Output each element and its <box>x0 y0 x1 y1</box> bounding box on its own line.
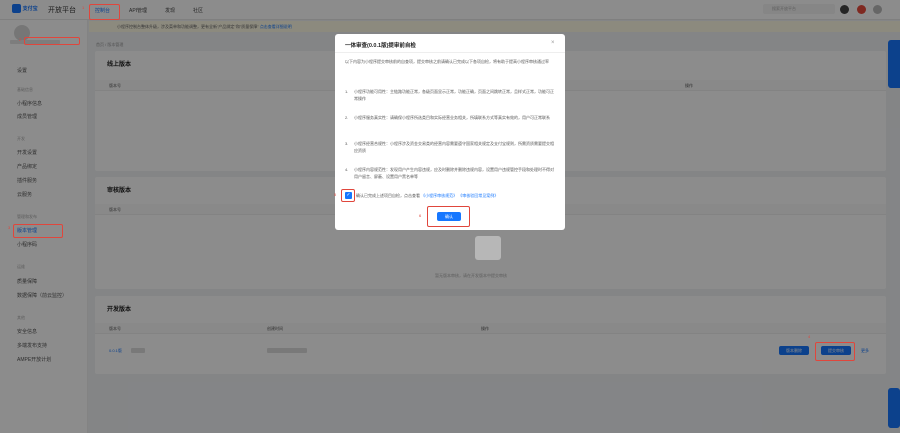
annotation-number: 3 <box>8 225 11 230</box>
modal-divider <box>335 52 565 53</box>
annotation-box-confirm <box>427 206 470 227</box>
modal-intro: 以下内容为小程序提交审核前的自查项，提交审核之前请确认已完成以下各项自检，将有助… <box>345 59 549 64</box>
annotation-box-sidebar <box>13 224 63 238</box>
self-check-modal: 一体审查(0.0.1版)提审前自检 × 以下内容为小程序提交审核前的自查项，提交… <box>335 34 565 230</box>
annotation-number: 5 <box>334 192 337 197</box>
close-icon[interactable]: × <box>551 40 555 46</box>
empty-illustration <box>475 236 501 260</box>
reject-cases-link[interactable]: 《审核驳回常见案例》 <box>458 193 498 198</box>
annotation-box-app <box>24 37 80 45</box>
annotation-number: 1 <box>82 5 85 10</box>
annotation-box-submit <box>815 342 855 361</box>
checkbox-label: 确认已完成上述项目自检，点击查看 <box>356 193 420 198</box>
confirm-checkbox-row: ✓ 确认已完成上述项目自检，点击查看 《小程序审核规范》 《审核驳回常见案例》 <box>345 192 560 200</box>
rule-item: 1. 小程序功能可用性：主链路功能正常，各级页面显示正常，功能正确，页面之间跳转… <box>345 89 554 101</box>
annotation-number: 4 <box>808 334 811 339</box>
review-rules-link[interactable]: 《小程序审核规范》 <box>421 193 457 198</box>
rule-item: 3. 小程序经营合规性：小程序涉及资金交易类的经营内容需要遵守国家相关规定及支付… <box>345 141 554 153</box>
annotation-box-checkbox <box>341 189 355 202</box>
modal-title: 一体审查(0.0.1版)提审前自检 <box>345 43 416 49</box>
annotation-number: 6 <box>419 213 422 218</box>
rule-item: 2. 小程序服务真实性：请确保小程序所选类目和实际经营业务相关，所填联系方式等真… <box>345 115 550 120</box>
rule-item: 4. 小程序内容规范性：发现用户产生内容违规，应及时删除并删除违规内容，设置用户… <box>345 167 554 179</box>
annotation-number: 2 <box>19 37 22 42</box>
annotation-box-nav <box>89 4 120 20</box>
